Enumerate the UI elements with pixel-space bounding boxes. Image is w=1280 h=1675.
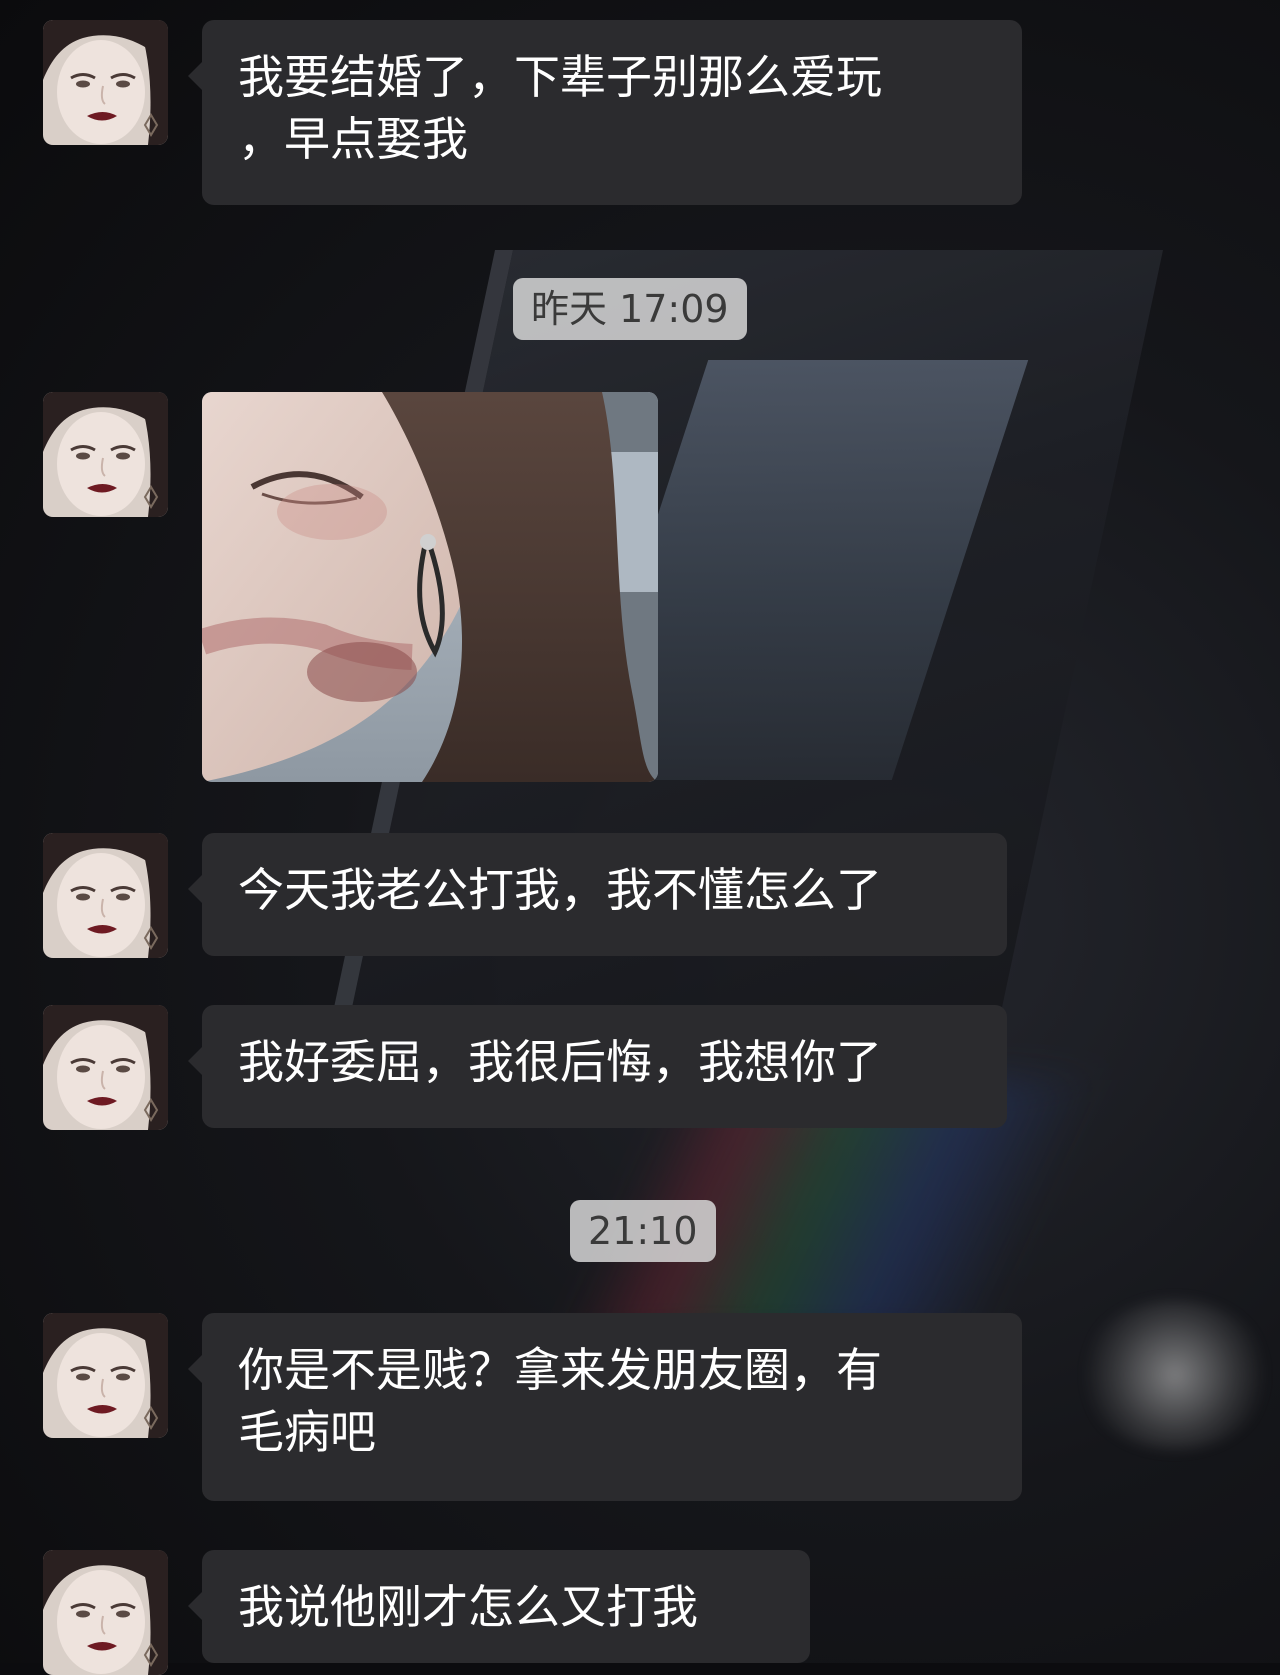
avatar-portrait-image bbox=[43, 392, 168, 517]
avatar-portrait-image bbox=[43, 1005, 168, 1130]
photo-image bbox=[202, 392, 658, 782]
message-text-line: 毛病吧 bbox=[238, 1405, 376, 1459]
message-bubble[interactable]: 今天我老公打我，我不懂怎么了 bbox=[188, 833, 1007, 956]
contact-avatar[interactable] bbox=[43, 1313, 168, 1438]
message-bubble[interactable]: 我要结婚了，下辈子别那么爱玩 ，早点娶我 bbox=[188, 20, 1022, 205]
wallpaper-cloud bbox=[1080, 1300, 1270, 1450]
timestamp-divider: 21:10 bbox=[570, 1200, 716, 1262]
message-photo[interactable] bbox=[202, 392, 658, 782]
message-text-line: ，早点娶我 bbox=[238, 112, 468, 166]
message-bubble[interactable]: 我好委屈，我很后悔，我想你了 bbox=[188, 1005, 1007, 1128]
message-text-line: 我要结婚了，下辈子别那么爱玩 bbox=[238, 50, 882, 104]
contact-avatar[interactable] bbox=[43, 392, 168, 517]
timestamp-divider: 昨天 17:09 bbox=[513, 278, 747, 340]
message-text-line: 你是不是贱？拿来发朋友圈，有 bbox=[238, 1343, 882, 1397]
contact-avatar[interactable] bbox=[43, 1550, 168, 1675]
message-bubble[interactable]: 我说他刚才怎么又打我 bbox=[188, 1550, 810, 1663]
message-text-line: 今天我老公打我，我不懂怎么了 bbox=[238, 863, 882, 917]
contact-avatar[interactable] bbox=[43, 833, 168, 958]
message-text-line: 我好委屈，我很后悔，我想你了 bbox=[238, 1035, 882, 1089]
avatar-portrait-image bbox=[43, 1313, 168, 1438]
message-bubble[interactable]: 你是不是贱？拿来发朋友圈，有 毛病吧 bbox=[188, 1313, 1022, 1501]
avatar-portrait-image bbox=[43, 1550, 168, 1675]
contact-avatar[interactable] bbox=[43, 20, 168, 145]
avatar-portrait-image bbox=[43, 20, 168, 145]
avatar-portrait-image bbox=[43, 833, 168, 958]
message-text-line: 我说他刚才怎么又打我 bbox=[238, 1580, 698, 1634]
contact-avatar[interactable] bbox=[43, 1005, 168, 1130]
